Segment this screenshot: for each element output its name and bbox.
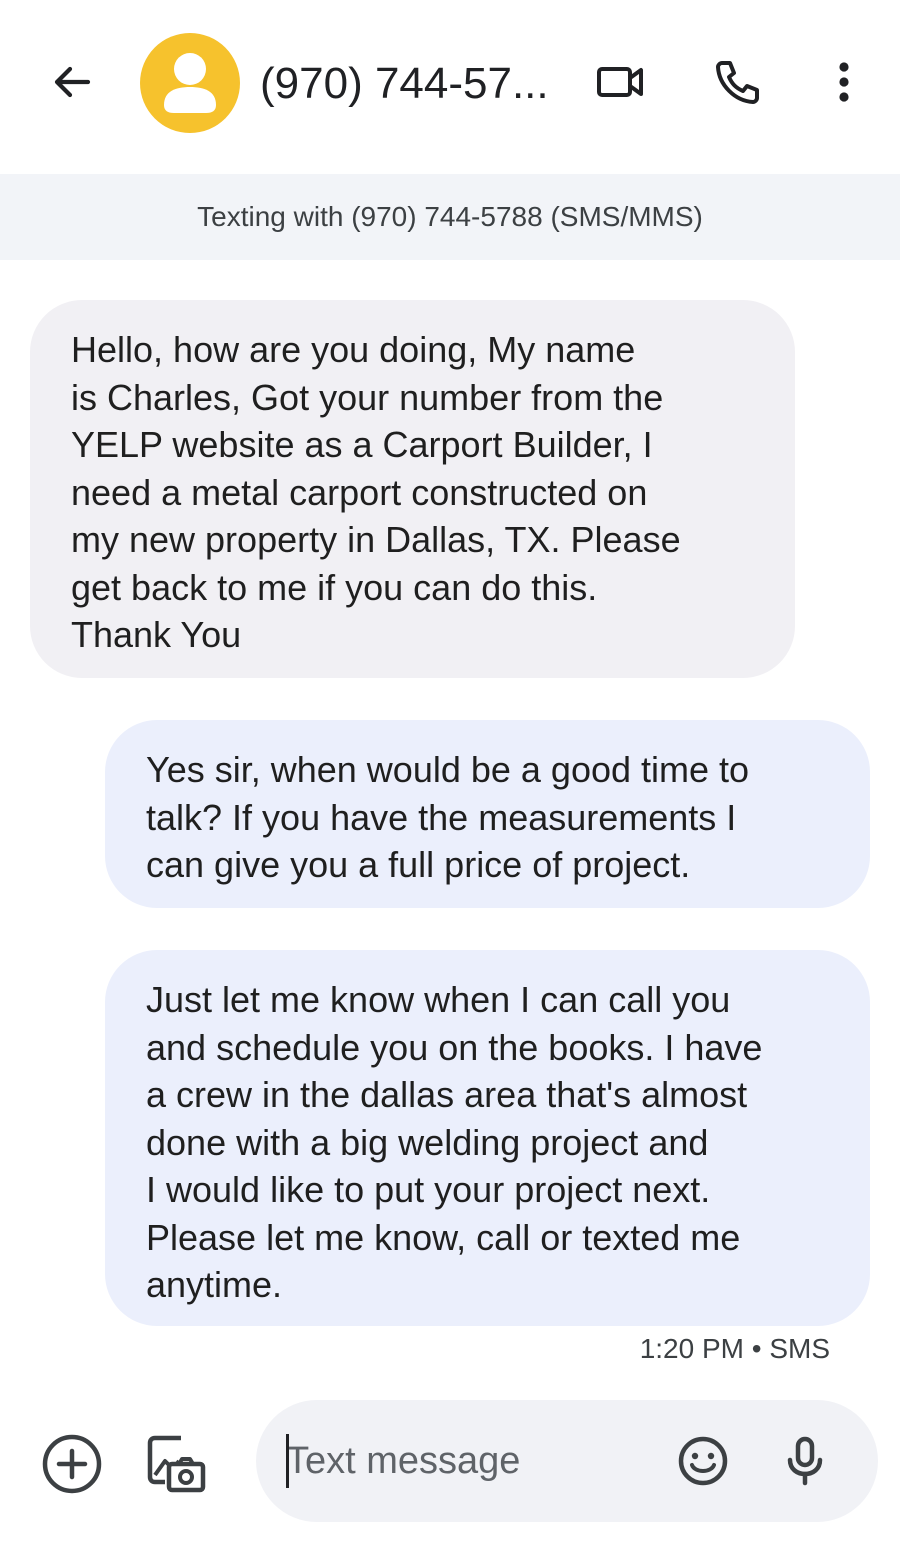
emoji-button[interactable] xyxy=(670,1428,736,1494)
message-timestamp: 1:20 PM • SMS xyxy=(639,1333,830,1364)
message-line: my new property in Dallas, TX. Please xyxy=(71,519,681,560)
video-call-icon xyxy=(597,67,643,97)
more-vert-icon xyxy=(839,62,849,102)
more-options-button[interactable] xyxy=(812,50,876,114)
emoji-icon xyxy=(678,1436,728,1486)
conversation-header: (970) 744-57... xyxy=(0,0,900,174)
texting-with-banner: Texting with (970) 744-5788 (SMS/MMS) xyxy=(0,174,900,260)
message-line: need a metal carport constructed on xyxy=(71,471,648,513)
add-circle-icon xyxy=(42,1434,102,1494)
contact-avatar[interactable] xyxy=(140,33,240,133)
message-input[interactable] xyxy=(286,1430,646,1492)
message-line: Just let me know when I can call you xyxy=(146,979,731,1020)
message-line: a crew in the dallas area that's almost xyxy=(146,1074,748,1115)
add-attachment-button[interactable] xyxy=(38,1430,106,1498)
mic-icon xyxy=(787,1436,823,1486)
messages-app: (970) 744-57... Texting with (970) 744-5… xyxy=(0,0,900,1543)
gallery-button[interactable] xyxy=(142,1430,210,1498)
message-line: I would like to put your project next. xyxy=(146,1169,711,1210)
voice-call-button[interactable] xyxy=(706,50,770,114)
message-line: talk? If you have the measurements I xyxy=(146,796,737,838)
compose-bar xyxy=(256,1400,878,1522)
message-line: and schedule you on the books. I have xyxy=(146,1026,763,1068)
text-cursor xyxy=(286,1434,289,1488)
message-line: Hello, how are you doing, My name xyxy=(71,329,636,370)
message-line: Please let me know, call or texted me xyxy=(146,1216,741,1258)
message-line: Thank You xyxy=(71,614,242,655)
message-line: can give you a full price of project. xyxy=(146,844,691,885)
gallery-camera-icon xyxy=(147,1435,206,1493)
phone-icon xyxy=(716,61,759,104)
person-icon xyxy=(164,53,216,113)
message-line: anytime. xyxy=(146,1264,283,1305)
message-line: get back to me if you can do this. xyxy=(71,566,598,608)
arrow-back-icon xyxy=(54,66,91,98)
banner-text: Texting with (970) 744-5788 (SMS/MMS) xyxy=(197,201,703,232)
outgoing-message-bubble[interactable]: Yes sir, when would be a good time to ta… xyxy=(105,720,870,908)
video-call-button[interactable] xyxy=(588,50,652,114)
back-button[interactable] xyxy=(40,50,104,114)
message-line: done with a big welding project and xyxy=(146,1121,709,1163)
message-line: YELP website as a Carport Builder, I xyxy=(71,424,653,465)
voice-input-button[interactable] xyxy=(772,1428,838,1494)
message-line: Yes sir, when would be a good time to xyxy=(146,749,750,790)
outgoing-message-bubble[interactable]: Just let me know when I can call you and… xyxy=(105,950,870,1326)
incoming-message-bubble[interactable]: Hello, how are you doing, My name is Cha… xyxy=(30,300,795,678)
contact-name[interactable]: (970) 744-57... xyxy=(260,56,560,112)
message-line: is Charles, Got your number from the xyxy=(71,376,664,418)
